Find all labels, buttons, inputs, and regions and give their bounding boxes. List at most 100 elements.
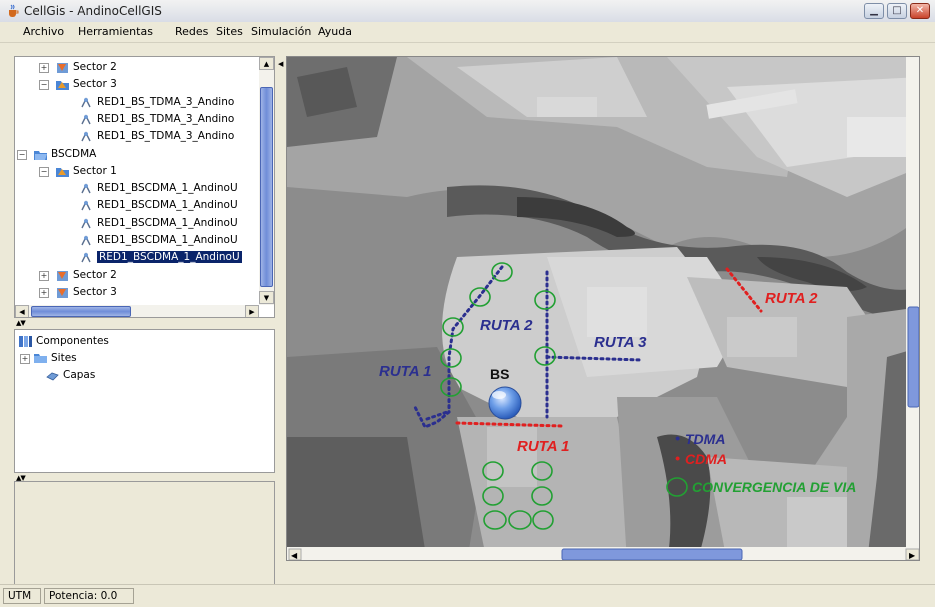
legend-convergencia: CONVERGENCIA DE VIA [692,479,856,495]
menu-redes[interactable]: Redes [175,25,208,38]
map-scroll-left-icon[interactable]: ◀ [291,551,298,560]
legend-cdma-dot: • [675,450,680,466]
collapse-left-icon[interactable]: ◀ [278,60,284,74]
folder-icon [34,354,47,363]
map-view[interactable]: BS RUTA 2 RUTA 3 RUTA 1 RUTA 1 RUTA 2 • … [286,56,920,561]
tree-scroll-thumb[interactable] [260,87,273,287]
tree-item-label: RED1_BSCDMA_1_AndinoU [97,216,238,229]
java-cup-icon [9,4,19,17]
tree-item[interactable]: Sector 3 [73,76,117,93]
ruta3-blue-label: RUTA 3 [594,334,647,351]
tree-item-label: BSCDMA [51,147,97,160]
tree-item-label: Sector 1 [73,164,117,177]
scroll-down-icon[interactable]: ▼ [259,291,274,304]
tree-hscroll-thumb[interactable] [31,306,131,317]
antenna-icon [81,114,91,125]
tree-item[interactable]: Sector 1 [73,163,117,180]
status-coordinates: UTM [3,588,41,604]
map-canvas[interactable]: BS RUTA 2 RUTA 3 RUTA 1 RUTA 1 RUTA 2 • … [287,57,920,561]
collapse-minus-icon[interactable]: − [39,80,49,91]
tree-item-label: Sector 3 [73,285,117,298]
tree-item-label: RED1_BSCDMA_1_AndinoU [97,251,242,264]
sector-icon [57,63,68,73]
tree-item[interactable]: RED1_BSCDMA_1_AndinoU [97,180,238,197]
menu-herramientas[interactable]: Herramientas [78,25,153,38]
components-root-label[interactable]: Componentes [36,333,109,350]
ruta1-red-label: RUTA 1 [517,438,570,455]
map-scroll-right-icon[interactable]: ▶ [909,551,916,560]
collapse-minus-icon[interactable]: − [17,149,27,160]
tree-item[interactable]: Sector 3 [73,284,117,301]
maximize-button[interactable]: □ [887,3,907,19]
tree-item[interactable]: Sector 2 [73,267,117,284]
tree-item-label: Sector 2 [73,268,117,281]
legend-cdma: CDMA [685,451,727,467]
antenna-icon [81,218,91,229]
tree-item[interactable]: RED1_BSCDMA_1_AndinoU [97,197,238,214]
antenna-icon [81,235,91,246]
tree-item[interactable]: RED1_BSCDMA_1_AndinoU [97,232,238,249]
tree-item-label: RED1_BS_TDMA_3_Andino [97,95,235,108]
minimize-button[interactable]: ▁ [864,3,884,19]
layers-icon [46,372,59,381]
ruta2-blue-label: RUTA 2 [480,317,533,334]
antenna-icon [81,131,91,142]
split-divider-grip[interactable]: ▲▼ [16,319,26,327]
tree-item-label: RED1_BS_TDMA_3_Andino [97,130,235,143]
properties-pane [14,481,275,594]
folder-open-icon [34,150,47,160]
tree-item[interactable]: RED1_BS_TDMA_3_Andino [97,128,234,145]
sector-open-icon [56,81,69,91]
menu-sites[interactable]: Sites [216,25,243,38]
legend-tdma: TDMA [685,431,725,447]
scroll-right-icon[interactable]: ▶ [245,305,259,317]
map-hscroll-thumb[interactable] [561,548,743,560]
ruta2-red-label: RUTA 2 [765,290,818,307]
sector-icon [57,270,68,281]
tree-item-label: Sector 3 [73,78,117,91]
bs-label: BS [490,366,509,382]
base-station-icon[interactable] [488,386,522,420]
potencia-label: Potencia: [49,590,98,602]
antenna-icon [81,97,91,107]
expand-plus-icon[interactable]: + [39,270,49,281]
ruta1-blue-label: RUTA 1 [379,363,432,380]
tree-item-label: RED1_BSCDMA_1_AndinoU [97,199,238,212]
scroll-left-icon[interactable]: ◀ [15,305,29,317]
components-tree[interactable]: Componentes + Sites Capas [14,329,275,473]
components-icon [19,336,32,347]
close-button[interactable]: ✕ [910,3,930,19]
tree-item-label: RED1_BS_TDMA_3_Andino [97,112,235,125]
sector-icon [57,287,68,298]
tree-item[interactable]: RED1_BSCDMA_1_AndinoU [97,215,238,232]
tree-item[interactable]: BSCDMA [51,146,96,163]
network-tree[interactable]: + Sector 2 − Sector 3 RED1_BS_TDMA_3_Andino R… [14,56,275,318]
expand-plus-icon[interactable]: + [20,354,30,364]
scroll-up-icon[interactable]: ▲ [259,57,274,70]
antenna-icon [81,183,91,194]
menu-ayuda[interactable]: Ayuda [318,25,352,38]
window-title: CellGis - AndinoCellGIS [24,4,162,18]
tree-item[interactable]: RED1_BSCDMA_1_AndinoU [97,249,242,266]
expand-plus-icon[interactable]: + [39,287,49,298]
menu-simulacion[interactable]: Simulación [251,25,311,38]
status-potencia: Potencia: 0.0 [44,588,134,604]
status-bar [0,584,935,607]
components-sites-label[interactable]: Sites [51,350,77,367]
map-vertical-scrollbar[interactable] [906,57,920,547]
tree-item-label: Sector 2 [73,61,117,73]
tree-item[interactable]: RED1_BS_TDMA_3_Andino [97,111,234,128]
expand-plus-icon[interactable]: + [39,63,49,73]
tree-item[interactable]: RED1_BS_TDMA_3_Andino [97,94,234,111]
tree-item-label: RED1_BSCDMA_1_AndinoU [97,234,238,246]
menu-archivo[interactable]: Archivo [23,25,64,38]
sector-open-icon [56,167,69,177]
antenna-icon [81,200,91,211]
antenna-icon [81,252,91,263]
map-vscroll-thumb[interactable] [907,306,919,408]
legend-tdma-dot: • [675,430,680,446]
tree-item[interactable]: Sector 2 [73,59,117,76]
tree-item-label: RED1_BSCDMA_1_AndinoU [97,182,238,195]
components-capas-label[interactable]: Capas [63,367,95,384]
collapse-minus-icon[interactable]: − [39,166,49,177]
